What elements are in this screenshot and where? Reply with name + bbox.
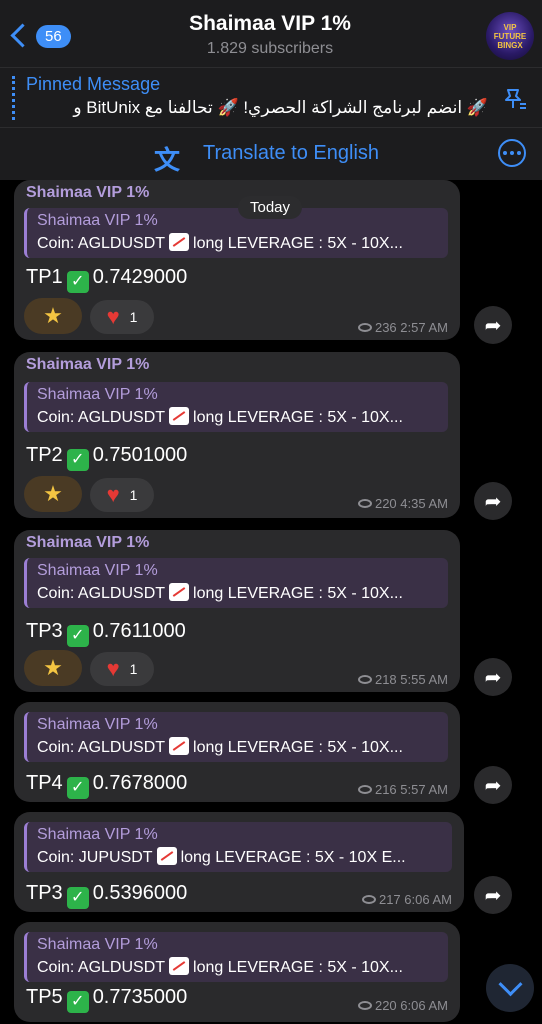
heart-reaction[interactable]: ♥ 1 (90, 478, 154, 512)
reply-sender: Shaimaa VIP 1% (37, 212, 158, 229)
message-meta: 217 6:06 AM (361, 892, 452, 907)
channel-avatar[interactable]: VIP FUTURE BINGX (486, 12, 534, 60)
chart-increasing-icon (169, 957, 190, 975)
reply-preview[interactable]: Shaimaa VIP 1% Coin: JUPUSDT long LEVERAG… (24, 822, 452, 872)
reply-sender: Shaimaa VIP 1% (37, 386, 158, 403)
reply-preview[interactable]: Shaimaa VIP 1% Coin: AGLDUSDT long LEVERA… (24, 932, 448, 982)
pinned-message-bar[interactable]: Pinned Message 🚀 انضم لبرنامج الشراكة ال… (0, 68, 542, 128)
share-button[interactable]: ➦ (474, 482, 512, 520)
reply-text: Coin: AGLDUSDT long LEVERAGE : 5X - 10X..… (37, 957, 403, 976)
avatar-logo-line: FUTURE (493, 31, 527, 41)
heart-reaction[interactable]: ♥ 1 (90, 652, 154, 686)
chat-header: 56 Shaimaa VIP 1% 1.829 subscribers VIP … (0, 0, 542, 68)
message-meta: 218 5:55 AM (357, 672, 448, 687)
reply-text: Coin: AGLDUSDT long LEVERAGE : 5X - 10X..… (37, 407, 403, 426)
message-bubble[interactable]: Shaimaa VIP 1% Coin: JUPUSDT long LEVERAG… (14, 812, 464, 912)
message-bubble[interactable]: Shaimaa VIP 1% Shaimaa VIP 1% Coin: AGLD… (14, 180, 460, 340)
share-button[interactable]: ➦ (474, 658, 512, 696)
message-bubble[interactable]: Shaimaa VIP 1% Shaimaa VIP 1% Coin: AGLD… (14, 352, 460, 518)
date-badge: Today (238, 196, 303, 219)
take-profit-line: TP5 ✓ 0.7735000 (26, 986, 187, 1013)
share-button[interactable]: ➦ (474, 306, 512, 344)
pinned-text: 🚀 انضم لبرنامج الشراكة الحصري! 🚀 تحالفنا… (73, 98, 488, 117)
star-reaction[interactable]: ★ (24, 650, 82, 686)
pinned-title: Pinned Message (26, 74, 161, 94)
reply-sender: Shaimaa VIP 1% (37, 716, 158, 733)
share-button[interactable]: ➦ (474, 876, 512, 914)
message-bubble[interactable]: Shaimaa VIP 1% Coin: AGLDUSDT long LEVERA… (14, 702, 460, 802)
heart-reaction[interactable]: ♥ 1 (90, 300, 154, 334)
more-options-button[interactable] (498, 139, 526, 167)
message-sender: Shaimaa VIP 1% (26, 184, 150, 201)
unread-count-badge: 56 (36, 24, 71, 48)
channel-title: Shaimaa VIP 1% (189, 12, 351, 35)
eye-icon (361, 895, 376, 904)
check-mark-icon: ✓ (66, 449, 89, 471)
check-mark-icon: ✓ (66, 777, 89, 799)
check-mark-icon: ✓ (66, 991, 89, 1013)
chart-increasing-icon (169, 407, 190, 425)
star-reaction[interactable]: ★ (24, 476, 82, 512)
message-sender: Shaimaa VIP 1% (26, 534, 150, 551)
message-bubble[interactable]: Shaimaa VIP 1% Coin: AGLDUSDT long LEVERA… (14, 922, 460, 1022)
translate-bar: 文 Translate to English (0, 128, 542, 180)
take-profit-line: TP3 ✓ 0.5396000 (26, 882, 187, 909)
star-reaction[interactable]: ★ (24, 298, 82, 334)
message-bubble[interactable]: Shaimaa VIP 1% Shaimaa VIP 1% Coin: AGLD… (14, 530, 460, 692)
chart-increasing-icon (169, 233, 190, 251)
heart-icon: ♥ (106, 304, 120, 329)
eye-icon (357, 1001, 372, 1010)
message-meta: 220 6:06 AM (357, 998, 448, 1013)
reply-preview[interactable]: Shaimaa VIP 1% Coin: AGLDUSDT long LEVERA… (24, 712, 448, 762)
check-mark-icon: ✓ (66, 271, 89, 293)
heart-icon: ♥ (106, 482, 120, 507)
translate-button[interactable]: Translate to English (203, 142, 379, 165)
take-profit-line: TP2 ✓ 0.7501000 (26, 444, 187, 471)
back-button[interactable]: 56 (8, 22, 71, 50)
message-meta: 216 5:57 AM (357, 782, 448, 797)
chevron-left-icon (8, 22, 30, 50)
share-button[interactable]: ➦ (474, 766, 512, 804)
reply-text: Coin: AGLDUSDT long LEVERAGE : 5X - 10X..… (37, 737, 403, 756)
heart-icon: ♥ (106, 656, 120, 681)
take-profit-line: TP1 ✓ 0.7429000 (26, 266, 187, 293)
subscriber-count: 1.829 subscribers (206, 40, 334, 57)
translate-icon: 文 (154, 145, 181, 175)
reply-preview[interactable]: Shaimaa VIP 1% Coin: AGLDUSDT long LEVERA… (24, 382, 448, 432)
reply-sender: Shaimaa VIP 1% (37, 936, 158, 953)
pin-list-icon[interactable] (502, 86, 528, 112)
take-profit-line: TP4 ✓ 0.7678000 (26, 772, 187, 799)
reply-text: Coin: AGLDUSDT long LEVERAGE : 5X - 10X..… (37, 583, 403, 602)
message-meta: 220 4:35 AM (357, 496, 448, 511)
avatar-logo-line: VIP (503, 22, 517, 32)
dot-icon (517, 151, 521, 155)
check-mark-icon: ✓ (66, 625, 89, 647)
message-meta: 236 2:57 AM (357, 320, 448, 335)
reply-text: Coin: AGLDUSDT long LEVERAGE : 5X - 10X..… (37, 233, 403, 252)
reply-text: Coin: JUPUSDT long LEVERAGE : 5X - 10X E.… (37, 847, 406, 866)
scroll-to-bottom-button[interactable] (486, 964, 534, 1012)
chart-increasing-icon (169, 583, 190, 601)
eye-icon (357, 323, 372, 332)
dot-icon (510, 151, 514, 155)
pinned-indicator (12, 76, 15, 120)
message-sender: Shaimaa VIP 1% (26, 356, 150, 373)
avatar-logo-line: BINGX (497, 40, 523, 50)
channel-info[interactable]: Shaimaa VIP 1% 1.829 subscribers (120, 12, 420, 58)
reply-preview[interactable]: Shaimaa VIP 1% Coin: AGLDUSDT long LEVERA… (24, 558, 448, 608)
take-profit-line: TP3 ✓ 0.7611000 (26, 620, 186, 647)
message-list[interactable]: Shaimaa VIP 1% Shaimaa VIP 1% Coin: AGLD… (0, 180, 542, 1024)
reply-sender: Shaimaa VIP 1% (37, 562, 158, 579)
eye-icon (357, 675, 372, 684)
check-mark-icon: ✓ (66, 887, 89, 909)
reply-preview[interactable]: Shaimaa VIP 1% Coin: AGLDUSDT long LEVERA… (24, 208, 448, 258)
dot-icon (503, 151, 507, 155)
eye-icon (357, 785, 372, 794)
eye-icon (357, 499, 372, 508)
chart-increasing-icon (169, 737, 190, 755)
chart-increasing-icon (156, 847, 177, 865)
reply-sender: Shaimaa VIP 1% (37, 826, 158, 843)
